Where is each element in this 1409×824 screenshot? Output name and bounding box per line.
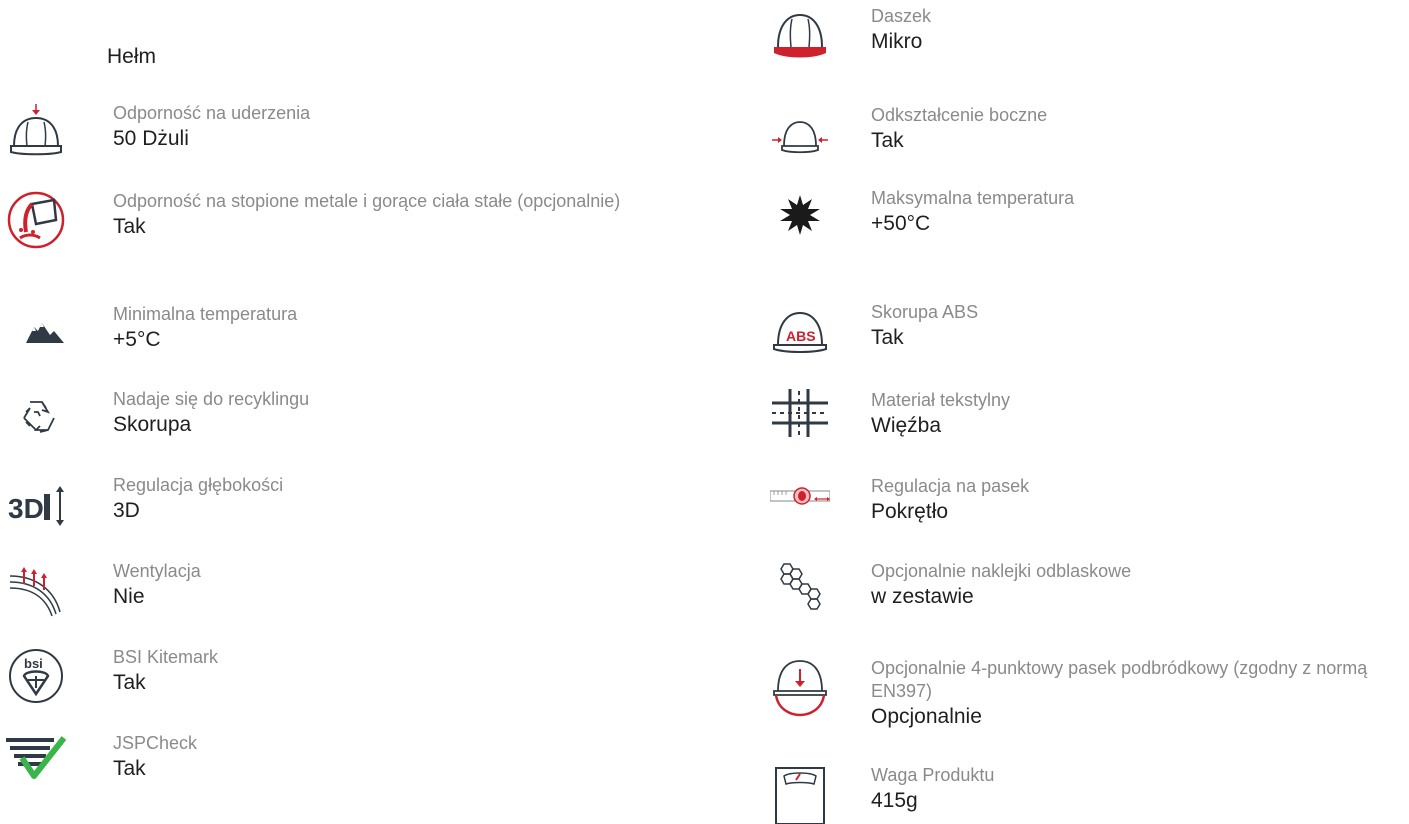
feature-value: w zestawie bbox=[871, 585, 974, 608]
feature-label: Wentylacja bbox=[113, 561, 201, 581]
3d-depth-icon: 3D bbox=[6, 474, 66, 534]
abs-shell-icon: ABS bbox=[770, 301, 830, 361]
sun-icon bbox=[770, 187, 830, 247]
feature-value: +50°C bbox=[871, 212, 931, 235]
feature-value: Opcjonalnie bbox=[871, 705, 982, 728]
feature-value: Więźba bbox=[871, 414, 942, 437]
molten-metal-icon bbox=[6, 190, 66, 250]
chin-strap-icon bbox=[770, 657, 830, 717]
feature-value: 3D bbox=[113, 499, 140, 522]
feature-value: Tak bbox=[113, 215, 146, 238]
feature-value: Tak bbox=[871, 129, 904, 152]
feature-value: Pokrętło bbox=[871, 500, 949, 523]
svg-text:bsi: bsi bbox=[24, 656, 43, 671]
feature-label: Regulacja na pasek bbox=[871, 476, 1030, 496]
feature-value: Nie bbox=[113, 585, 145, 608]
helmet-peak-icon bbox=[770, 5, 830, 65]
mountains-icon bbox=[6, 303, 66, 363]
feature-label: Minimalna temperatura bbox=[113, 304, 298, 324]
feature-value: Tak bbox=[871, 326, 904, 349]
feature-label: Opcjonalnie naklejki odblaskowe bbox=[871, 561, 1132, 581]
feature-label: JSPCheck bbox=[113, 733, 198, 753]
feature-label: Maksymalna temperatura bbox=[871, 188, 1075, 208]
bsi-kitemark-icon: bsi bbox=[6, 646, 66, 706]
page-title: Hełm bbox=[107, 45, 157, 68]
feature-label: Odporność na stopione metale i gorące ci… bbox=[113, 191, 621, 211]
feature-label: Materiał tekstylny bbox=[871, 390, 1011, 410]
recycle-icon bbox=[6, 388, 66, 448]
feature-label: Skorupa ABS bbox=[871, 302, 979, 322]
feature-label: BSI Kitemark bbox=[113, 647, 219, 667]
feature-value: Tak bbox=[113, 671, 146, 694]
scale-icon bbox=[770, 764, 830, 824]
feature-label: Waga Produktu bbox=[871, 765, 995, 785]
feature-label: Opcjonalnie 4-punktowy pasek podbródkowy… bbox=[871, 658, 1368, 701]
lateral-deformation-icon bbox=[770, 104, 830, 164]
feature-value: Tak bbox=[113, 757, 146, 780]
feature-value: Skorupa bbox=[113, 413, 192, 436]
svg-text:3D: 3D bbox=[8, 493, 44, 524]
feature-value: +5°C bbox=[113, 328, 161, 351]
feature-value: 415g bbox=[871, 789, 918, 812]
wheel-ratchet-icon bbox=[770, 475, 830, 535]
feature-label: Odporność na uderzenia bbox=[113, 103, 311, 123]
hexagons-icon bbox=[770, 560, 830, 620]
helmet-impact-icon bbox=[6, 102, 66, 162]
feature-label: Odkształcenie boczne bbox=[871, 105, 1048, 125]
svg-text:ABS: ABS bbox=[786, 328, 816, 344]
feature-label: Nadaje się do recyklingu bbox=[113, 389, 310, 409]
jspcheck-icon bbox=[6, 732, 66, 792]
feature-value: Mikro bbox=[871, 30, 923, 53]
feature-label: Regulacja głębokości bbox=[113, 475, 284, 495]
feature-label: Daszek bbox=[871, 6, 932, 26]
textile-icon bbox=[770, 389, 830, 449]
feature-value: 50 Dżuli bbox=[113, 127, 189, 150]
ventilation-icon bbox=[6, 560, 66, 620]
